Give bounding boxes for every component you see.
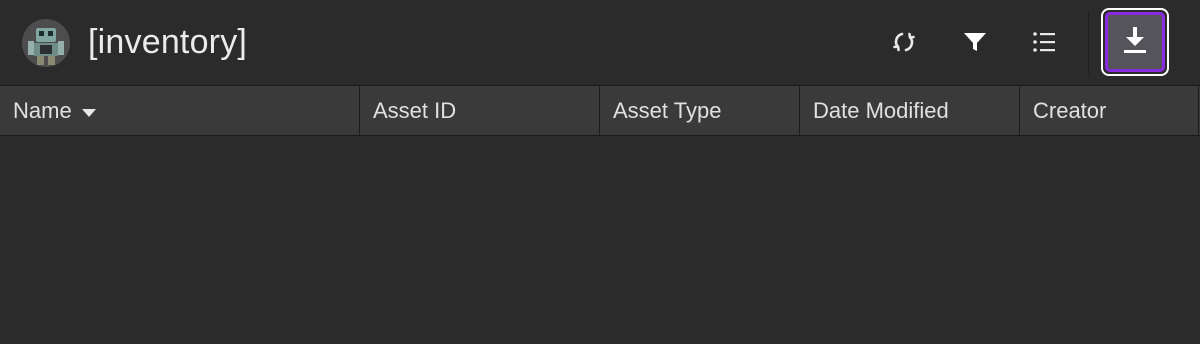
refresh-icon — [890, 28, 918, 56]
list-view-icon — [1030, 28, 1058, 56]
download-icon — [1121, 25, 1149, 60]
column-header-label: Date Modified — [813, 97, 949, 123]
column-header-label: Asset Type — [613, 97, 722, 123]
column-header-asset-type[interactable]: Asset Type — [600, 86, 800, 135]
page-title: [inventory] — [88, 23, 248, 61]
robot-avatar-icon — [22, 19, 70, 67]
download-button[interactable] — [1105, 12, 1165, 72]
sort-descending-icon — [81, 98, 96, 124]
asset-list-empty — [0, 136, 1200, 344]
inventory-panel: [inventory] Name Asset ID Asset Type Dat… — [0, 0, 1200, 344]
column-header-label: Asset ID — [373, 97, 457, 123]
refresh-button[interactable] — [882, 20, 926, 64]
filter-icon — [962, 29, 988, 55]
filter-button[interactable] — [953, 20, 997, 64]
column-header-row: Name Asset ID Asset Type Date Modified C… — [0, 85, 1200, 136]
download-button-focus-ring — [1101, 8, 1169, 76]
panel-header: [inventory] — [0, 0, 1200, 85]
column-header-creator[interactable]: Creator — [1020, 86, 1199, 135]
column-header-label: Creator — [1033, 97, 1107, 123]
column-header-label: Name — [13, 97, 72, 123]
column-header-date-modified[interactable]: Date Modified — [800, 86, 1020, 135]
list-view-button[interactable] — [1022, 20, 1066, 64]
toolbar-divider — [1088, 12, 1089, 74]
column-header-asset-id[interactable]: Asset ID — [360, 86, 600, 135]
column-header-name[interactable]: Name — [0, 86, 360, 135]
